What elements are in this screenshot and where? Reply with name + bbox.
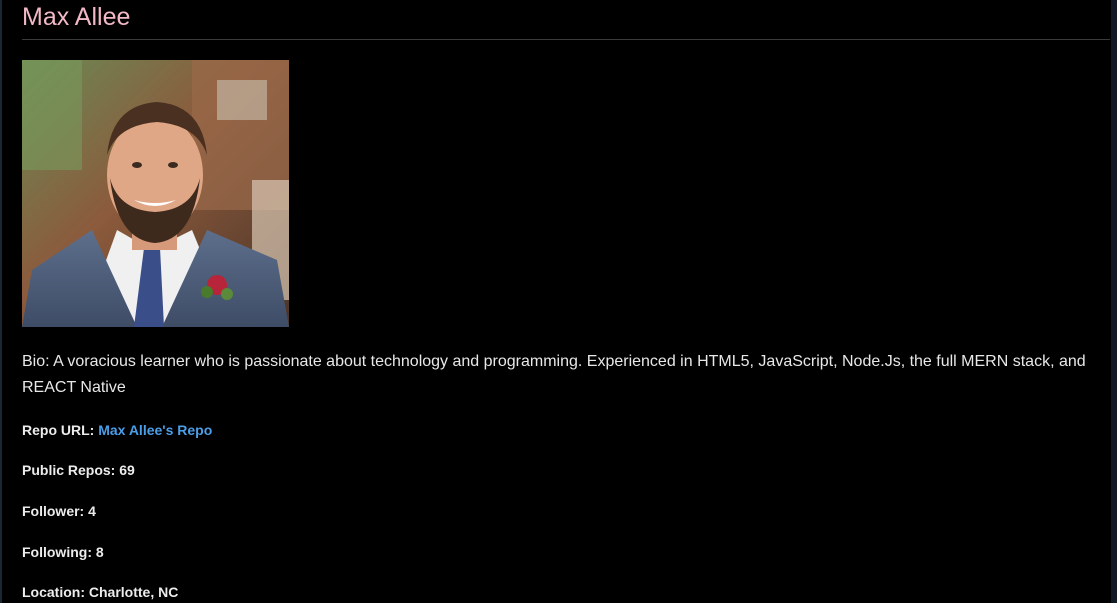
- profile-card: Max Allee Bio: A voracious learner who i…: [22, 0, 1110, 600]
- window-edge-left: [0, 0, 2, 603]
- repo-url-label: Repo URL:: [22, 422, 95, 438]
- profile-photo: [22, 60, 289, 327]
- repo-url-row: Repo URL: Max Allee's Repo: [22, 422, 212, 438]
- location: Location: Charlotte, NC: [22, 584, 179, 600]
- public-repos: Public Repos: 69: [22, 462, 135, 478]
- followers-count: Follower: 4: [22, 503, 96, 519]
- following-count: Following: 8: [22, 544, 104, 560]
- profile-name: Max Allee: [22, 3, 131, 31]
- profile-bio: Bio: A voracious learner who is passiona…: [22, 353, 1086, 396]
- title-divider: [22, 39, 1110, 40]
- window-edge-right: [1111, 0, 1117, 603]
- repo-link[interactable]: Max Allee's Repo: [98, 422, 212, 438]
